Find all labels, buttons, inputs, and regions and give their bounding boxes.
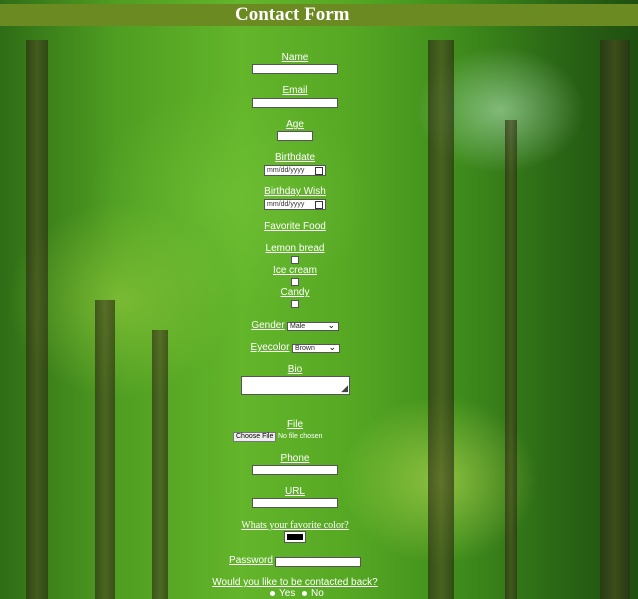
color-swatch [287, 534, 303, 540]
bio-textarea[interactable]: ◢ [241, 376, 350, 395]
radio-no-label: No [311, 588, 324, 599]
file-status: No file chosen [278, 433, 323, 440]
name-field[interactable] [252, 64, 338, 74]
eyecolor-selected: Brown [295, 345, 315, 352]
tree-trunk [152, 330, 168, 599]
color-label: Whats your favorite color? [241, 520, 349, 531]
age-field[interactable] [277, 131, 313, 141]
eyecolor-label: Eyecolor [250, 342, 290, 353]
lemon-bread-label: Lemon bread [265, 243, 325, 254]
email-field[interactable] [252, 98, 338, 108]
password-label: Password [229, 555, 273, 566]
ice-cream-checkbox[interactable] [291, 278, 299, 286]
birthday-wish-field[interactable]: mm/dd/yyyy [264, 199, 326, 210]
password-field[interactable] [275, 557, 361, 567]
phone-label: Phone [280, 453, 310, 464]
candy-checkbox[interactable] [291, 300, 299, 308]
ice-cream-label: Ice cream [273, 265, 317, 276]
bio-label: Bio [287, 364, 303, 375]
chevron-down-icon: ⌄ [327, 320, 335, 330]
url-field[interactable] [252, 498, 338, 508]
gender-selected: Male [290, 323, 306, 330]
radio-yes[interactable] [270, 591, 275, 596]
phone-field[interactable] [252, 465, 338, 475]
birthday-wish-label: Birthday Wish [264, 186, 326, 197]
candy-label: Candy [280, 287, 310, 298]
url-label: URL [284, 486, 306, 497]
gender-select[interactable]: Male ⌄ [287, 320, 339, 331]
eyecolor-select[interactable]: Brown ⌄ [292, 342, 340, 353]
gender-label: Gender [251, 320, 285, 331]
color-picker[interactable] [284, 531, 306, 543]
favorite-food-label: Favorite Food [264, 221, 326, 232]
resize-grip-icon[interactable]: ◢ [341, 384, 348, 393]
tree-trunk [505, 120, 517, 599]
page-title: Contact Form [235, 4, 350, 25]
birthdate-label: Birthdate [274, 152, 316, 163]
contact-back-label: Would you like to be contacted back? [212, 577, 378, 588]
tree-trunk [26, 40, 48, 599]
radio-no[interactable] [302, 591, 307, 596]
email-label: Email [282, 85, 308, 96]
calendar-icon[interactable] [315, 201, 323, 209]
radio-yes-label: Yes [279, 588, 296, 599]
age-label: Age [286, 119, 304, 130]
choose-file-button[interactable]: Choose File [233, 432, 277, 442]
chevron-down-icon: ⌄ [328, 342, 336, 352]
tree-trunk [600, 40, 630, 599]
tree-trunk [95, 300, 115, 599]
file-label: File [286, 419, 304, 430]
birthday-wish-placeholder: mm/dd/yyyy [267, 201, 305, 208]
tree-trunk [428, 40, 454, 599]
lemon-bread-checkbox[interactable] [291, 256, 299, 264]
birthdate-placeholder: mm/dd/yyyy [267, 167, 305, 174]
calendar-icon[interactable] [315, 167, 323, 175]
name-label: Name [281, 52, 309, 63]
page-header: Contact Form [0, 4, 638, 26]
birthdate-field[interactable]: mm/dd/yyyy [264, 165, 326, 176]
